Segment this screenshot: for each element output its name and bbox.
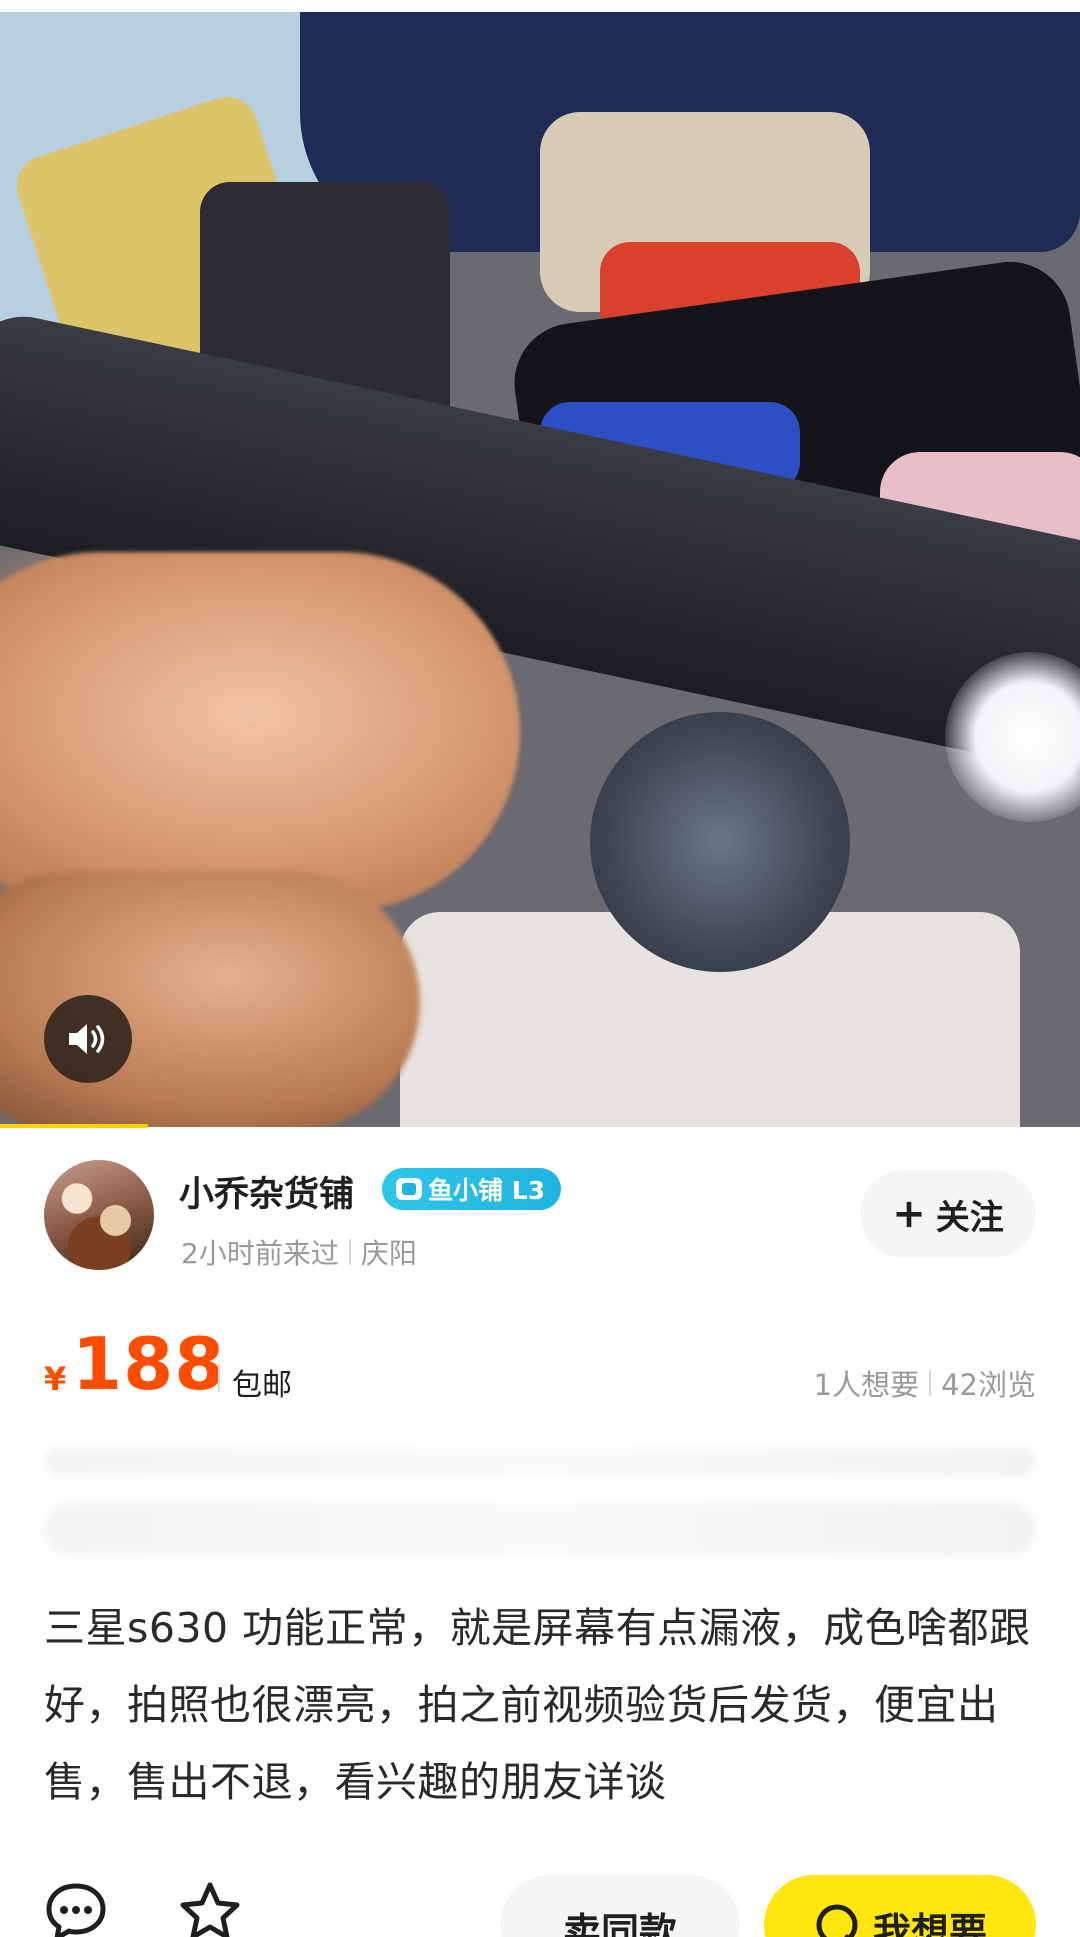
star-icon[interactable] [178, 1880, 242, 1937]
video-progress-bar[interactable] [0, 1124, 148, 1128]
chat-bubble-icon [816, 1904, 858, 1937]
wants-count: 1人想要 [813, 1368, 920, 1402]
want-button[interactable]: 我想要 [764, 1875, 1036, 1937]
last-seen: 2小时前来过 [181, 1237, 339, 1270]
blurred-placeholder [44, 1502, 1036, 1556]
product-video[interactable] [0, 12, 1080, 1127]
badge-label: 鱼小铺 L3 [428, 1176, 546, 1205]
sell-same-button[interactable]: 卖同款 [500, 1875, 740, 1937]
finger [0, 872, 420, 1127]
camera-dial [590, 712, 850, 972]
seller-name[interactable]: 小乔杂货铺 [179, 1166, 354, 1217]
price-row: ¥ 188 包邮 1人想要 42浏览 [44, 1322, 1036, 1412]
plus-icon: + [892, 1191, 926, 1237]
want-label: 我想要 [872, 1910, 987, 1937]
location: 庆阳 [360, 1237, 417, 1270]
currency-symbol: ¥ [44, 1360, 67, 1398]
comment-icon[interactable] [44, 1880, 108, 1937]
seller-row[interactable]: 小乔杂货铺 鱼小铺 L3 2小时前来过 庆阳 + 关注 [44, 1160, 1036, 1280]
finger [0, 552, 520, 912]
follow-label: 关注 [935, 1197, 1004, 1238]
divider [929, 1370, 932, 1396]
sell-same-label: 卖同款 [562, 1910, 677, 1937]
listing-description: 三星s630 功能正常，就是屏幕有点漏液，成色啥都跟好，拍照也很漂亮，拍之前视频… [44, 1604, 1031, 1806]
shop-icon [396, 1178, 422, 1200]
bottom-action-bar: 卖同款 我想要 [0, 1860, 1080, 1937]
seller-meta: 2小时前来过 庆阳 [181, 1232, 417, 1272]
views-count: 42浏览 [941, 1368, 1036, 1402]
shipping-label: 包邮 [232, 1368, 292, 1403]
seller-level-badge[interactable]: 鱼小铺 L3 [382, 1168, 562, 1210]
follow-button[interactable]: + 关注 [860, 1170, 1036, 1258]
blurred-placeholder [44, 1448, 1036, 1476]
divider [348, 1239, 351, 1265]
listing-stats: 1人想要 42浏览 [814, 1362, 1036, 1404]
divider [218, 1364, 220, 1392]
speaker-icon[interactable] [44, 995, 132, 1083]
avatar[interactable] [44, 1160, 154, 1270]
price: 188 [72, 1322, 226, 1406]
